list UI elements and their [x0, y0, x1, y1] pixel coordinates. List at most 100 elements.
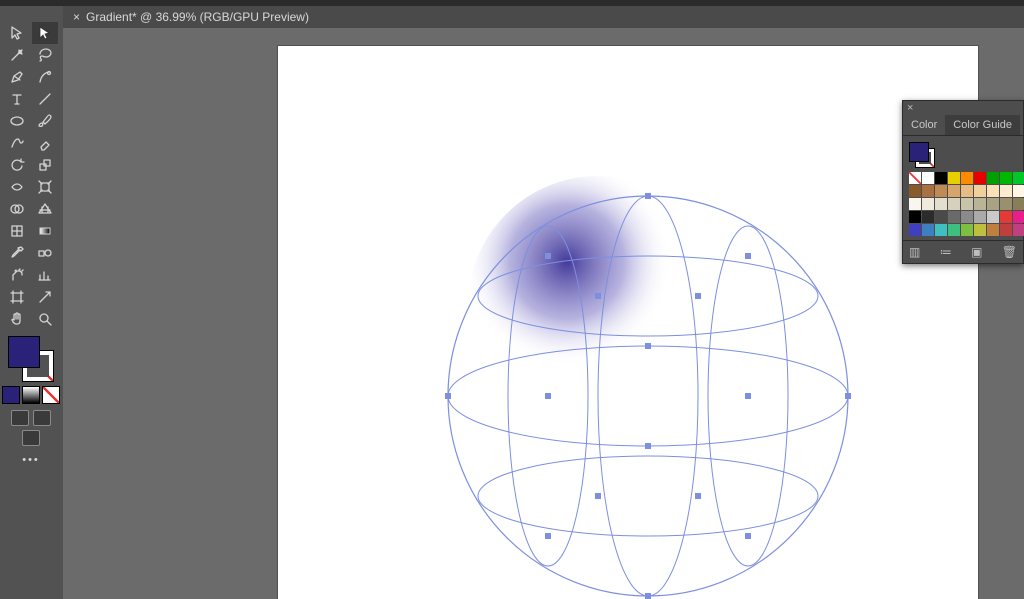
paintbrush-tool[interactable]	[32, 110, 58, 132]
gradient-tool[interactable]	[32, 220, 58, 242]
swatch[interactable]	[948, 198, 960, 210]
swatch[interactable]	[909, 211, 921, 223]
swatch[interactable]	[935, 172, 947, 184]
swatch[interactable]	[1013, 172, 1024, 184]
swatch[interactable]	[961, 211, 973, 223]
swatch[interactable]	[922, 224, 934, 236]
hand-tool[interactable]	[4, 308, 30, 330]
symbol-sprayer-tool[interactable]	[4, 264, 30, 286]
screen-mode-button[interactable]	[22, 430, 40, 446]
new-swatch-icon[interactable]: ▣	[971, 245, 982, 259]
direct-selection-tool[interactable]	[32, 22, 58, 44]
swatch[interactable]	[1000, 185, 1012, 197]
sphere-wireframe[interactable]	[278, 46, 978, 599]
type-tool[interactable]	[4, 88, 30, 110]
swatch[interactable]	[948, 224, 960, 236]
draw-normal-mode[interactable]	[11, 410, 29, 426]
lasso-tool[interactable]	[32, 44, 58, 66]
none-color-mode[interactable]	[42, 386, 60, 404]
swatch[interactable]	[935, 211, 947, 223]
swatch[interactable]	[1000, 172, 1012, 184]
swatch[interactable]	[974, 224, 986, 236]
swatch[interactable]	[961, 172, 973, 184]
swatch[interactable]	[935, 224, 947, 236]
swatch[interactable]	[1000, 224, 1012, 236]
screen-mode-row	[11, 410, 51, 426]
swatch[interactable]	[909, 172, 921, 184]
swatch[interactable]	[922, 198, 934, 210]
swatch[interactable]	[922, 185, 934, 197]
fill-swatch[interactable]	[8, 336, 40, 368]
swatch[interactable]	[1013, 224, 1024, 236]
eyedropper-tool[interactable]	[4, 242, 30, 264]
swatch[interactable]	[974, 211, 986, 223]
swatch[interactable]	[935, 198, 947, 210]
artboard[interactable]	[278, 46, 978, 599]
document-tab[interactable]: × Gradient* @ 36.99% (RGB/GPU Preview)	[63, 6, 319, 28]
panel-fill-swatch[interactable]	[909, 142, 929, 162]
swatch[interactable]	[909, 185, 921, 197]
swatch[interactable]	[909, 198, 921, 210]
swatch[interactable]	[1000, 198, 1012, 210]
solid-color-mode[interactable]	[2, 386, 20, 404]
swatch[interactable]	[948, 172, 960, 184]
swatch[interactable]	[1013, 211, 1024, 223]
close-tab-icon[interactable]: ×	[73, 10, 80, 24]
swatch[interactable]	[987, 211, 999, 223]
scale-tool[interactable]	[32, 154, 58, 176]
blend-tool[interactable]	[32, 242, 58, 264]
tools-panel: •••	[2, 6, 60, 466]
ellipse-tool[interactable]	[4, 110, 30, 132]
swatch[interactable]	[1013, 185, 1024, 197]
shape-builder-tool[interactable]	[4, 198, 30, 220]
swatch[interactable]	[922, 211, 934, 223]
swatch[interactable]	[948, 211, 960, 223]
swatch[interactable]	[948, 185, 960, 197]
width-tool[interactable]	[4, 176, 30, 198]
tab-color[interactable]: Color	[903, 115, 945, 135]
selection-tool[interactable]	[4, 22, 30, 44]
artboard-tool[interactable]	[4, 286, 30, 308]
draw-behind-mode[interactable]	[33, 410, 51, 426]
swatch[interactable]	[987, 172, 999, 184]
delete-swatch-icon[interactable]: 🗑	[1002, 245, 1017, 259]
mesh-tool[interactable]	[4, 220, 30, 242]
edit-toolbar-button[interactable]: •••	[22, 454, 40, 466]
workspace-stage[interactable]	[63, 28, 1024, 599]
rotate-tool[interactable]	[4, 154, 30, 176]
swatch[interactable]	[987, 198, 999, 210]
swatch[interactable]	[961, 185, 973, 197]
swatch[interactable]	[909, 224, 921, 236]
swatch[interactable]	[974, 198, 986, 210]
color-panel: × Color Color Guide ▥ ≔ ▣ 🗑	[902, 100, 1024, 264]
panel-fill-stroke[interactable]	[909, 142, 935, 168]
swatch[interactable]	[1013, 198, 1024, 210]
swatch[interactable]	[922, 172, 934, 184]
swatch[interactable]	[961, 224, 973, 236]
pen-tool[interactable]	[4, 66, 30, 88]
magic-wand-tool[interactable]	[4, 44, 30, 66]
show-options-icon[interactable]: ≔	[940, 245, 952, 259]
tab-color-guide[interactable]: Color Guide	[945, 115, 1020, 135]
free-transform-tool[interactable]	[32, 176, 58, 198]
fill-stroke-indicator[interactable]	[8, 336, 54, 382]
swatch-libraries-icon[interactable]: ▥	[909, 245, 920, 259]
line-segment-tool[interactable]	[32, 88, 58, 110]
curvature-tool[interactable]	[32, 66, 58, 88]
swatch[interactable]	[935, 185, 947, 197]
swatch[interactable]	[987, 224, 999, 236]
slice-tool[interactable]	[32, 286, 58, 308]
swatch[interactable]	[1000, 211, 1012, 223]
swatch[interactable]	[974, 185, 986, 197]
swatch[interactable]	[961, 198, 973, 210]
panel-close-icon[interactable]: ×	[907, 102, 913, 114]
zoom-tool[interactable]	[32, 308, 58, 330]
gradient-color-mode[interactable]	[22, 386, 40, 404]
perspective-grid-tool[interactable]	[32, 198, 58, 220]
eraser-tool[interactable]	[32, 132, 58, 154]
shaper-tool[interactable]	[4, 132, 30, 154]
color-mode-row	[2, 386, 60, 404]
swatch[interactable]	[987, 185, 999, 197]
column-graph-tool[interactable]	[32, 264, 58, 286]
swatch[interactable]	[974, 172, 986, 184]
